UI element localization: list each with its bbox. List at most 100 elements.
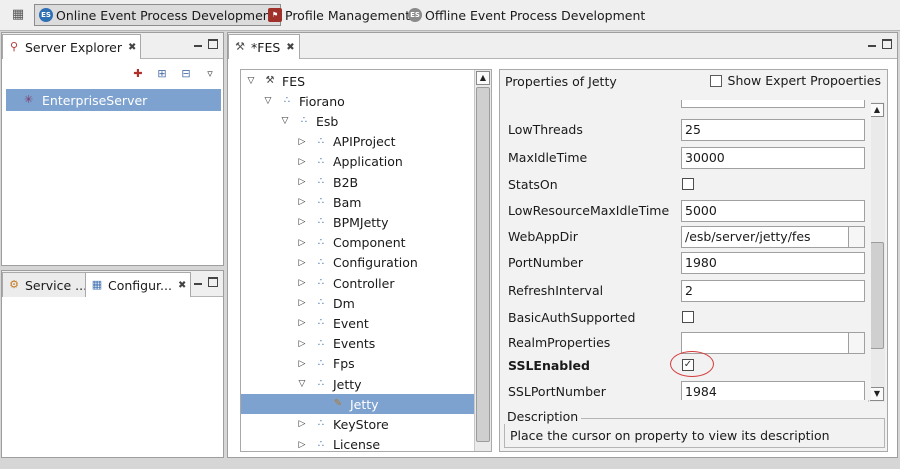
tab-server-explorer[interactable]: ⚲ Server Explorer ✖ (2, 34, 142, 59)
browse-button[interactable] (848, 227, 864, 247)
tree-node[interactable]: ▷ ∴ Controller (241, 273, 491, 293)
minimize-icon[interactable] (867, 39, 877, 49)
maximize-icon[interactable] (208, 39, 218, 49)
tree-node[interactable]: ✎ Jetty (241, 394, 491, 415)
property-checkbox[interactable] (682, 178, 694, 190)
tree-node[interactable]: ▷ ∴ Bam (241, 192, 491, 212)
tree-node[interactable]: ▷ ∴ Component (241, 233, 491, 253)
collapsed-icon[interactable]: ▷ (296, 418, 308, 430)
tree-node[interactable]: ▽ ∴ Jetty (241, 374, 491, 394)
scroll-thumb[interactable] (476, 87, 490, 442)
tree-node-label: KeyStore (333, 416, 389, 432)
maximize-icon[interactable] (882, 39, 892, 49)
expanded-icon[interactable]: ▽ (296, 378, 308, 390)
property-row: WebAppDir/esb/server/jetty/fes (505, 224, 871, 250)
show-expert-properties[interactable]: Show Expert Propoerties (709, 73, 881, 88)
collapsed-icon[interactable]: ▷ (296, 176, 308, 188)
tree-node[interactable]: ▷ ∴ BPMJetty (241, 212, 491, 232)
perspective-profile-management[interactable]: ⚑ Profile Management (264, 4, 414, 26)
perspective-online-event-process[interactable]: ES Online Event Process Development (34, 4, 281, 26)
tree-node[interactable]: ▽ ⚒ FES (241, 71, 491, 91)
property-row: RefreshInterval 2 (505, 278, 871, 304)
expand-all-icon[interactable]: ⊞ (155, 67, 169, 81)
perspective-label: Offline Event Process Development (425, 7, 646, 23)
tree-node-label: Esb (316, 113, 339, 129)
tree-node[interactable]: ▷ ∴ Event (241, 313, 491, 333)
expanded-icon[interactable]: ▽ (279, 115, 291, 127)
tree-node[interactable]: ▷ ∴ Fps (241, 354, 491, 374)
tree-node[interactable]: ▷ ∴ Dm (241, 293, 491, 313)
tree-node[interactable]: ▷ ∴ Configuration (241, 253, 491, 273)
tree-node-label: Event (333, 315, 369, 331)
property-value-field[interactable]: 5000 (681, 200, 865, 222)
description-text: Place the cursor on property to view its… (510, 428, 830, 443)
collapsed-icon[interactable]: ▷ (296, 237, 308, 249)
property-row: LowResourceMaxIdleTime 5000 (505, 198, 871, 224)
checkbox[interactable] (709, 74, 722, 87)
collapsed-icon[interactable]: ▷ (296, 136, 308, 148)
server-item-enterpriseserver[interactable]: ✳ EnterpriseServer (6, 89, 221, 111)
tab-service[interactable]: ⚙ Service ... (2, 272, 93, 297)
tree-node[interactable]: ▽ ∴ Esb (241, 111, 491, 131)
close-icon[interactable]: ✖ (128, 42, 136, 53)
property-value-field[interactable]: 25 (681, 119, 865, 141)
property-value-field[interactable]: 2 (681, 280, 865, 302)
collapsed-icon[interactable]: ▷ (296, 216, 308, 228)
scroll-up-icon[interactable]: ▲ (476, 71, 490, 85)
property-value-field[interactable]: 30000 (681, 147, 865, 169)
collapsed-icon[interactable]: ▷ (296, 257, 308, 269)
collapsed-icon[interactable]: ▷ (296, 156, 308, 168)
config-tree: ▽ ⚒ FES ▽ ∴ Fiorano ▽ ∴ Esb ▷ ∴ APIProject ▷ ∴ Applica… (240, 69, 492, 452)
expanded-icon[interactable]: ▽ (245, 75, 257, 87)
close-icon[interactable]: ✖ (286, 42, 294, 53)
tree-node[interactable]: ▷ ∴ Application (241, 152, 491, 172)
property-value-field[interactable] (681, 100, 865, 108)
collapsed-icon[interactable]: ▷ (296, 338, 308, 350)
property-row: SSLPortNumber 1984 (505, 379, 871, 400)
property-value-field[interactable]: 1980 (681, 252, 865, 274)
collapse-all-icon[interactable]: ⊟ (179, 67, 193, 81)
view-menu-icon[interactable]: ▿ (203, 67, 217, 81)
tree-node[interactable]: ▷ ∴ KeyStore (241, 414, 491, 434)
property-name: BasicAuthSupported (508, 310, 636, 325)
maximize-icon[interactable] (208, 277, 218, 287)
property-name: WebAppDir (508, 229, 578, 244)
tree-scrollbar[interactable]: ▲ (474, 70, 491, 451)
tree-node[interactable]: ▷ ∴ B2B (241, 172, 491, 192)
perspective-offline-event-process[interactable]: ES Offline Event Process Development (404, 4, 649, 26)
tab-fes[interactable]: ⚒ *FES ✖ (228, 34, 300, 59)
tree-node-label: Component (333, 235, 406, 251)
browse-button[interactable] (848, 333, 864, 353)
collapsed-icon[interactable]: ▷ (296, 317, 308, 329)
property-value-field[interactable] (681, 332, 865, 354)
property-checkbox[interactable] (682, 311, 694, 323)
expanded-icon[interactable]: ▽ (262, 95, 274, 107)
property-row: MaxIdleTime 30000 (505, 145, 871, 171)
tab-configuration[interactable]: ▦ Configur... ✖ (85, 272, 192, 297)
property-value-field[interactable]: 1984 (681, 381, 865, 400)
collapsed-icon[interactable]: ▷ (296, 196, 308, 208)
tree-node-label: Jetty (350, 396, 379, 412)
close-icon[interactable]: ✖ (178, 280, 186, 291)
tree-node-label: APIProject (333, 134, 396, 150)
property-value-field[interactable]: /esb/server/jetty/fes (681, 226, 865, 248)
collapsed-icon[interactable]: ▷ (296, 277, 308, 289)
add-server-icon[interactable]: ✚ (131, 67, 145, 81)
tree-node[interactable]: ▽ ∴ Fiorano (241, 91, 491, 111)
minimize-icon[interactable] (193, 277, 203, 287)
scroll-up-icon[interactable]: ▲ (870, 103, 884, 117)
tree-node[interactable]: ▷ ∴ Events (241, 334, 491, 354)
minimize-icon[interactable] (193, 39, 203, 49)
node-icon: ∴ (283, 95, 291, 107)
property-row: BasicAuthSupported (505, 305, 871, 331)
scroll-down-icon[interactable]: ▼ (870, 387, 884, 401)
open-perspective-icon[interactable]: ▦ (8, 5, 28, 25)
tree-node[interactable]: ▷ ∴ License (241, 435, 491, 451)
scroll-thumb[interactable] (870, 242, 884, 349)
collapsed-icon[interactable]: ▷ (296, 439, 308, 451)
collapsed-icon[interactable]: ▷ (296, 358, 308, 370)
tree-node[interactable]: ▷ ∴ APIProject (241, 132, 491, 152)
collapsed-icon[interactable]: ▷ (296, 297, 308, 309)
property-value: 1984 (685, 384, 717, 399)
